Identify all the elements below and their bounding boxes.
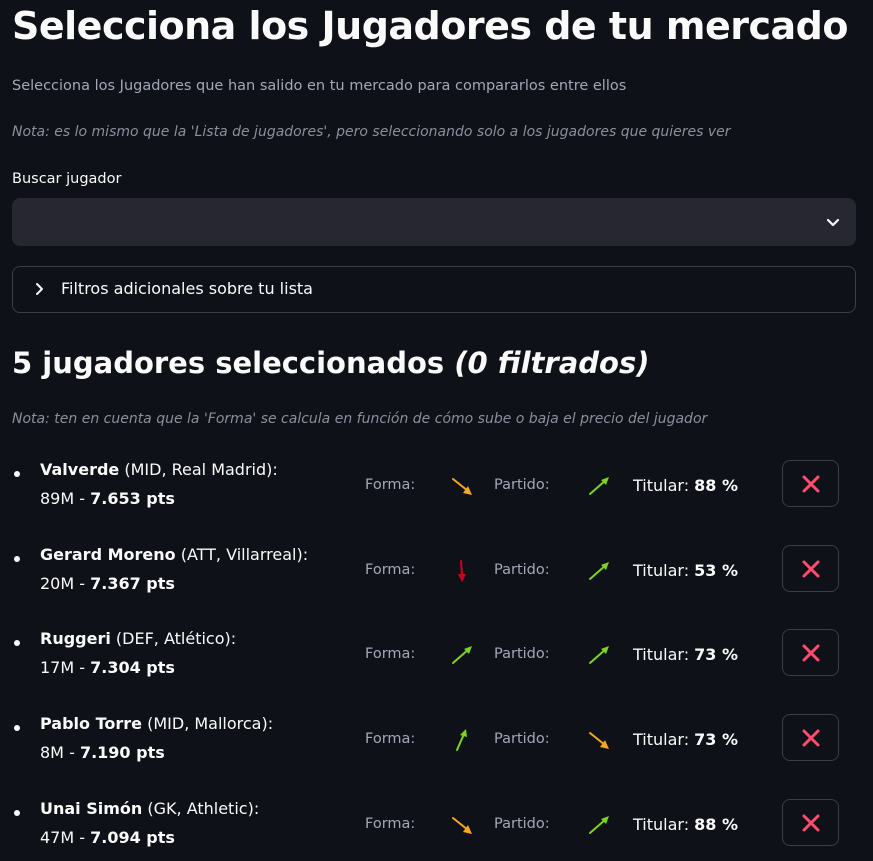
player-title: Unai Simón (GK, Athletic): — [40, 799, 259, 818]
remove-player-button[interactable] — [782, 545, 839, 592]
player-row: Valverde (MID, Real Madrid): 89M - 7.653… — [0, 460, 873, 530]
titular-label: Titular: — [633, 645, 690, 664]
list-bullet — [14, 556, 20, 562]
titular-label: Titular: — [633, 730, 690, 749]
partido-trend-arrow-icon — [584, 641, 614, 669]
remove-player-button[interactable] — [782, 799, 839, 846]
list-bullet — [14, 725, 20, 731]
player-points: 7.094 pts — [90, 828, 175, 847]
remove-player-button[interactable] — [782, 460, 839, 507]
player-name: Ruggeri — [40, 629, 111, 648]
forma-trend-arrow-icon — [447, 811, 477, 839]
player-value-line: 20M - 7.367 pts — [40, 574, 175, 593]
player-price: 47M - — [40, 828, 91, 847]
close-icon — [802, 729, 820, 747]
selected-count-heading: 5 jugadores seleccionados (0 filtrados) — [12, 346, 649, 380]
filters-expander-label: Filtros adicionales sobre tu lista — [61, 279, 313, 298]
player-info: (DEF, Atlético): — [110, 629, 237, 648]
player-info: (GK, Athletic): — [142, 799, 260, 818]
player-title: Ruggeri (DEF, Atlético): — [40, 629, 236, 648]
remove-player-button[interactable] — [782, 714, 839, 761]
close-icon — [802, 644, 820, 662]
partido-label: Partido: — [494, 562, 550, 578]
player-value-line: 8M - 7.190 pts — [40, 743, 165, 762]
player-info: (MID, Real Madrid): — [119, 460, 278, 479]
forma-label: Forma: — [365, 816, 416, 832]
titular-label: Titular: — [633, 476, 690, 495]
forma-label: Forma: — [365, 477, 416, 493]
chevron-right-icon — [36, 283, 43, 295]
titular-value: Titular: 88 % — [633, 476, 738, 495]
player-value-line: 89M - 7.653 pts — [40, 489, 175, 508]
player-row: Unai Simón (GK, Athletic): 47M - 7.094 p… — [0, 799, 873, 861]
close-icon — [802, 560, 820, 578]
player-name: Gerard Moreno — [40, 545, 176, 564]
close-icon — [802, 475, 820, 493]
titular-label: Titular: — [633, 815, 690, 834]
titular-value: Titular: 88 % — [633, 815, 738, 834]
player-row: Gerard Moreno (ATT, Villarreal): 20M - 7… — [0, 545, 873, 615]
partido-trend-arrow-icon — [584, 557, 614, 585]
list-bullet — [14, 810, 20, 816]
player-name: Unai Simón — [40, 799, 143, 818]
partido-trend-arrow-icon — [584, 472, 614, 500]
player-points: 7.653 pts — [90, 489, 175, 508]
player-row: Ruggeri (DEF, Atlético): 17M - 7.304 pts… — [0, 629, 873, 699]
player-title: Pablo Torre (MID, Mallorca): — [40, 714, 273, 733]
titular-percent: 73 % — [694, 730, 739, 749]
forma-label: Forma: — [365, 562, 416, 578]
close-icon — [802, 814, 820, 832]
selected-count-text: 5 jugadores seleccionados — [12, 346, 445, 380]
player-value-line: 47M - 7.094 pts — [40, 828, 175, 847]
partido-trend-arrow-icon — [584, 811, 614, 839]
player-name: Valverde — [40, 460, 120, 479]
titular-percent: 88 % — [694, 476, 739, 495]
chevron-down-icon[interactable] — [824, 213, 842, 231]
partido-label: Partido: — [494, 646, 550, 662]
filtered-count-text: (0 filtrados) — [454, 346, 650, 380]
player-value-line: 17M - 7.304 pts — [40, 658, 175, 677]
titular-percent: 88 % — [694, 815, 739, 834]
titular-value: Titular: 73 % — [633, 730, 738, 749]
page-subtitle: Selecciona los Jugadores que han salido … — [12, 78, 627, 94]
filters-expander[interactable]: Filtros adicionales sobre tu lista — [12, 266, 856, 313]
player-title: Gerard Moreno (ATT, Villarreal): — [40, 545, 308, 564]
forma-label: Forma: — [365, 646, 416, 662]
player-info: (MID, Mallorca): — [142, 714, 274, 733]
player-price: 20M - — [40, 574, 91, 593]
titular-value: Titular: 73 % — [633, 645, 738, 664]
partido-label: Partido: — [494, 816, 550, 832]
forma-trend-arrow-icon — [447, 726, 477, 754]
player-price: 8M - — [40, 743, 80, 762]
forma-note: Nota: ten en cuenta que la 'Forma' se ca… — [12, 411, 708, 427]
page-note: Nota: es lo mismo que la 'Lista de jugad… — [12, 124, 731, 140]
partido-label: Partido: — [494, 731, 550, 747]
remove-player-button[interactable] — [782, 629, 839, 676]
partido-trend-arrow-icon — [584, 726, 614, 754]
titular-value: Titular: 53 % — [633, 561, 738, 580]
partido-label: Partido: — [494, 477, 550, 493]
player-name: Pablo Torre — [40, 714, 143, 733]
player-search-select[interactable] — [12, 198, 856, 246]
player-row: Pablo Torre (MID, Mallorca): 8M - 7.190 … — [0, 714, 873, 784]
forma-trend-arrow-icon — [447, 472, 477, 500]
search-label: Buscar jugador — [12, 171, 122, 187]
player-price: 17M - — [40, 658, 91, 677]
page-title: Selecciona los Jugadores de tu mercado — [12, 4, 848, 48]
player-points: 7.190 pts — [79, 743, 165, 762]
list-bullet — [14, 640, 20, 646]
player-title: Valverde (MID, Real Madrid): — [40, 460, 278, 479]
player-points: 7.367 pts — [90, 574, 175, 593]
titular-percent: 73 % — [694, 645, 739, 664]
player-price: 89M - — [40, 489, 91, 508]
forma-trend-arrow-icon — [447, 641, 477, 669]
forma-label: Forma: — [365, 731, 416, 747]
player-info: (ATT, Villarreal): — [175, 545, 309, 564]
forma-trend-arrow-icon — [447, 557, 477, 585]
player-points: 7.304 pts — [90, 658, 175, 677]
titular-label: Titular: — [633, 561, 690, 580]
list-bullet — [14, 471, 20, 477]
titular-percent: 53 % — [694, 561, 739, 580]
